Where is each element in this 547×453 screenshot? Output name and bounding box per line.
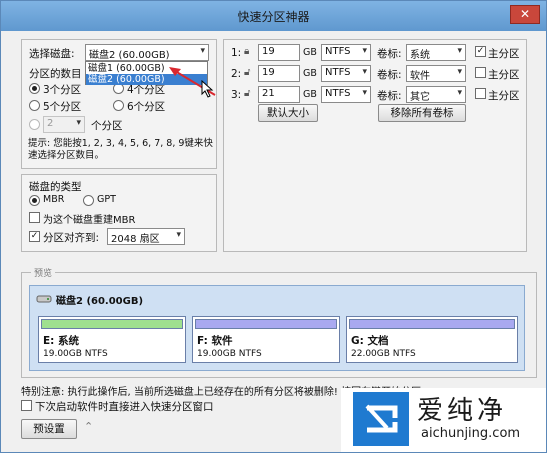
- radio-mbr-label: MBR: [43, 194, 65, 205]
- align-checkbox[interactable]: ✓: [29, 231, 40, 242]
- disk-select-value: 磁盘2 (60.00GB): [89, 50, 170, 61]
- row-3-size-input[interactable]: 21: [258, 86, 300, 103]
- partition-name: G: 文档: [351, 335, 389, 347]
- disk-select-label: 选择磁盘:: [29, 48, 75, 60]
- radio-5-label: 5个分区: [43, 101, 82, 113]
- align-select[interactable]: 2048 扇区 ▾: [107, 228, 185, 245]
- row-3-label-select[interactable]: 其它 ▾: [406, 86, 466, 103]
- row-2-unit: GB: [303, 68, 317, 79]
- radio-6-label: 6个分区: [127, 101, 166, 113]
- auto-enter-checkbox[interactable]: [21, 400, 32, 411]
- mouse-cursor-icon: [201, 80, 214, 98]
- preset-button[interactable]: 预设置: [21, 419, 77, 439]
- watermark: 爱纯净 aichunjing.com: [341, 388, 546, 452]
- row-1-unit: GB: [303, 47, 317, 58]
- row-3-fs-value: NTFS: [325, 88, 351, 99]
- row-3-number: 3:: [231, 89, 242, 101]
- row-1-size-input[interactable]: 19: [258, 44, 300, 61]
- row-1-label-value: 系统: [410, 50, 430, 61]
- preview-label: 预览: [31, 266, 56, 279]
- row-3-vol-label: 卷标:: [377, 90, 402, 102]
- radio-3-label: 3个分区: [43, 84, 82, 96]
- row-1-primary-checkbox[interactable]: ✓: [475, 46, 486, 57]
- row-3-unit: GB: [303, 89, 317, 100]
- remove-all-labels-button[interactable]: 移除所有卷标: [378, 104, 466, 122]
- align-select-value: 2048 扇区: [111, 234, 160, 245]
- chevron-down-icon: ▾: [457, 67, 462, 77]
- chevron-down-icon: ▾: [362, 88, 367, 98]
- default-size-button[interactable]: 默认大小: [258, 104, 318, 122]
- row-1-primary-label: 主分区: [488, 48, 520, 60]
- title-bar: 快速分区神器 ✕: [1, 1, 546, 31]
- row-2-number: 2:: [231, 68, 242, 80]
- disk-type-title: 磁盘的类型: [29, 181, 82, 193]
- row-1-fs-value: NTFS: [325, 46, 351, 57]
- partition-name: E: 系统: [43, 335, 80, 347]
- row-2-size-input[interactable]: 19: [258, 65, 300, 82]
- chevron-down-icon: ▾: [457, 88, 462, 98]
- unlock-icon[interactable]: 🔓︎: [244, 67, 250, 78]
- brand-logo-icon: [353, 392, 409, 446]
- partition-bar-g: [349, 319, 515, 329]
- radio-mbr[interactable]: [29, 195, 40, 206]
- lock-icon[interactable]: 🔒︎: [244, 46, 249, 57]
- rebuild-mbr-checkbox[interactable]: [29, 212, 40, 223]
- custom-count-label: 个分区: [91, 120, 123, 132]
- row-2-fs-select[interactable]: NTFS ▾: [321, 65, 371, 82]
- partition-name: F: 软件: [197, 335, 233, 347]
- align-label: 分区对齐到:: [43, 232, 100, 244]
- chevron-down-icon: ▾: [200, 46, 205, 56]
- partition-bar-f: [195, 319, 337, 329]
- row-3-label-value: 其它: [410, 92, 430, 103]
- close-button[interactable]: ✕: [510, 5, 540, 24]
- row-1-number: 1:: [231, 47, 242, 59]
- rebuild-mbr-label: 为这个磁盘重建MBR: [43, 215, 136, 226]
- chevron-up-icon[interactable]: ⌃: [84, 420, 93, 433]
- partition-size: 19.00GB NTFS: [43, 349, 108, 359]
- row-2-label-select[interactable]: 软件 ▾: [406, 65, 466, 82]
- radio-gpt-label: GPT: [97, 194, 116, 205]
- unlock-icon[interactable]: 🔓︎: [244, 88, 250, 99]
- partition-size: 22.00GB NTFS: [351, 349, 416, 359]
- window-title: 快速分区神器: [237, 10, 310, 24]
- partition-bar-e: [41, 319, 183, 329]
- row-2-primary-checkbox[interactable]: [475, 67, 486, 78]
- chevron-down-icon: ▾: [362, 67, 367, 77]
- brand-url: aichunjing.com: [421, 426, 521, 441]
- row-1-label-select[interactable]: 系统 ▾: [406, 44, 466, 61]
- radio-5-partitions[interactable]: [29, 100, 40, 111]
- partition-block-f[interactable]: F: 软件 19.00GB NTFS: [192, 316, 340, 363]
- chevron-down-icon: ▾: [76, 118, 81, 128]
- partition-count-label: 分区的数目: [29, 68, 82, 80]
- hint-text: 提示: 您能按1, 2, 3, 4, 5, 6, 7, 8, 9键来快速选择分区…: [28, 138, 213, 161]
- disk-preview: 磁盘2 (60.00GB) E: 系统 19.00GB NTFS F: 软件 1…: [29, 285, 525, 371]
- quick-partition-window: 快速分区神器 ✕ 选择磁盘: 磁盘2 (60.00GB) ▾ 分区的数目 3个分…: [0, 0, 547, 453]
- brand-name: 爱纯净: [417, 396, 508, 426]
- chevron-down-icon: ▾: [362, 46, 367, 56]
- hard-disk-icon: [36, 295, 52, 303]
- row-1-vol-label: 卷标:: [377, 48, 402, 60]
- disk-select[interactable]: 磁盘2 (60.00GB) ▾: [85, 44, 209, 61]
- row-3-primary-checkbox[interactable]: [475, 88, 486, 99]
- partition-block-g[interactable]: G: 文档 22.00GB NTFS: [346, 316, 518, 363]
- custom-count-value: 2: [47, 118, 54, 129]
- row-3-fs-select[interactable]: NTFS ▾: [321, 86, 371, 103]
- row-1-fs-select[interactable]: NTFS ▾: [321, 44, 371, 61]
- row-2-fs-value: NTFS: [325, 67, 351, 78]
- custom-count-select[interactable]: 2 ▾: [43, 116, 85, 133]
- radio-custom-partitions[interactable]: [29, 119, 40, 130]
- auto-enter-label: 下次启动软件时直接进入快速分区窗口: [35, 401, 214, 413]
- radio-3-partitions[interactable]: [29, 83, 40, 94]
- row-2-primary-label: 主分区: [488, 69, 520, 81]
- radio-6-partitions[interactable]: [113, 100, 124, 111]
- partition-size: 19.00GB NTFS: [197, 349, 262, 359]
- disk-preview-title: 磁盘2 (60.00GB): [56, 296, 144, 307]
- radio-gpt[interactable]: [83, 195, 94, 206]
- chevron-down-icon: ▾: [176, 230, 181, 240]
- row-3-primary-label: 主分区: [488, 90, 520, 102]
- row-2-vol-label: 卷标:: [377, 69, 402, 81]
- row-2-label-value: 软件: [410, 71, 430, 82]
- chevron-down-icon: ▾: [457, 46, 462, 56]
- partition-block-e[interactable]: E: 系统 19.00GB NTFS: [38, 316, 186, 363]
